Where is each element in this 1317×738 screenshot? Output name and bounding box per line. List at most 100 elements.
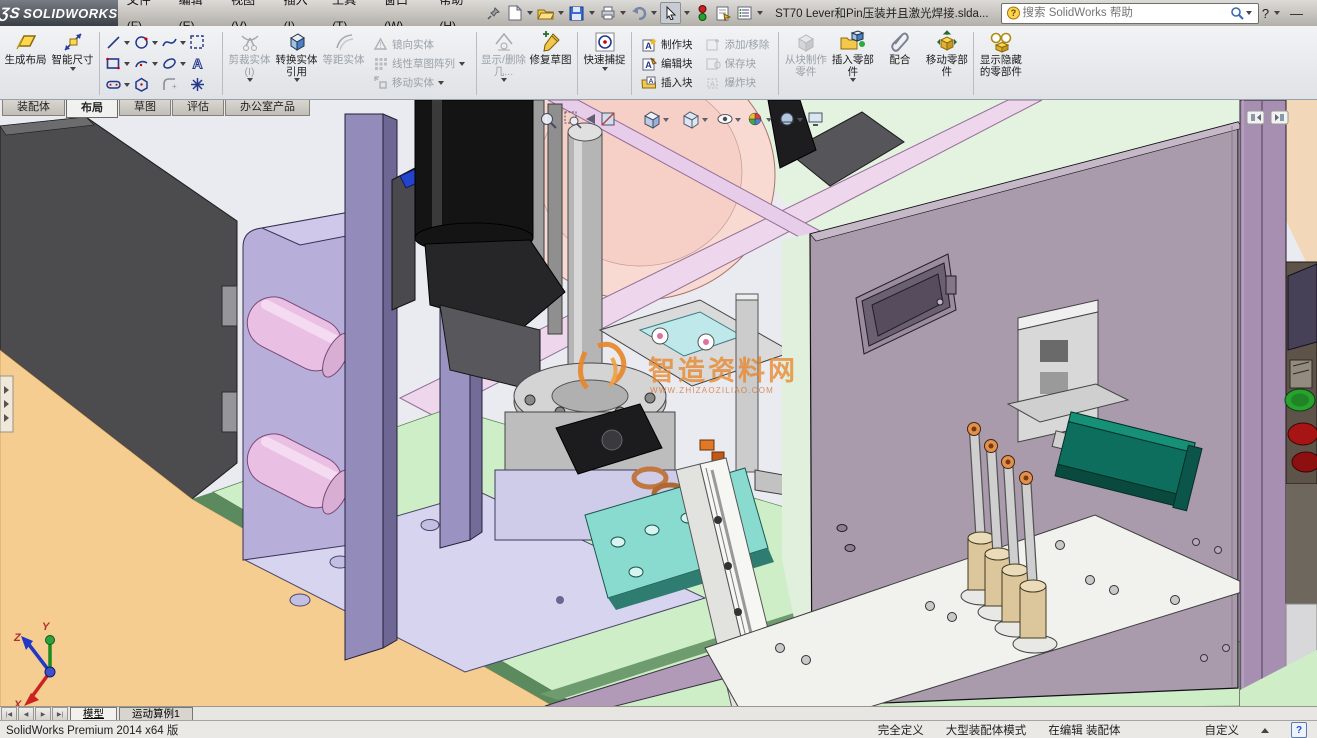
convert-entities-button[interactable]: 转换实体引用 [273,28,320,99]
file-properties-icon[interactable] [714,3,733,23]
model-tab[interactable]: 模型 [70,707,117,721]
move-entities-caret-icon[interactable] [438,80,444,85]
generate-layout-button[interactable]: 生成布局 [2,28,49,99]
explode-block-button[interactable]: A 爆炸块 [701,73,774,92]
search-input[interactable] [1020,6,1230,20]
spline-tool[interactable] [161,32,189,53]
section-view-icon[interactable] [601,112,615,126]
save-icon[interactable] [567,3,586,23]
tab-office-products[interactable]: 办公室产品 [225,100,310,116]
print-caret-icon[interactable] [620,11,627,15]
arc-tool[interactable] [133,53,161,74]
make-part-from-block-button[interactable]: 从块制作零件 [782,28,829,99]
search-magnifier-icon[interactable] [1230,6,1244,20]
model-scene[interactable]: Z Y X 智造资料网 WWW.ZHIZAOZILIAO.COM [0,49,1317,711]
search-caret-icon[interactable] [1245,11,1252,15]
select-arrow-icon[interactable] [660,2,682,24]
select-caret-icon[interactable] [684,11,691,15]
quick-snaps-caret-icon[interactable] [601,66,608,71]
smart-dimension-caret-icon[interactable] [69,66,76,71]
next-tab-icon[interactable]: ▶ [35,707,51,721]
mate-button[interactable]: 配合 [876,28,923,99]
new-caret-icon[interactable] [527,11,534,15]
line-caret-icon[interactable] [124,40,130,45]
trim-entities-button[interactable]: 剪裁实体(I) [226,28,273,99]
arc-caret-icon[interactable] [152,61,158,66]
red-button[interactable] [1287,422,1317,446]
undo-icon[interactable] [629,3,648,23]
graphics-area[interactable]: Z Y X 智造资料网 WWW.ZHIZAOZILIAO.COM [0,49,1317,711]
quick-snaps-button[interactable]: 快速捕捉 [581,28,628,99]
options-list-icon[interactable] [735,3,754,23]
pin-menu-icon[interactable] [484,3,503,23]
trim-caret-icon[interactable] [246,78,253,82]
move-entities-button[interactable]: 移动实体 [369,73,471,92]
collapse-right-icon[interactable] [1270,110,1289,125]
display-relations-caret-icon[interactable] [500,78,507,82]
status-help-icon[interactable]: ? [1291,722,1307,738]
edit-block-button[interactable]: A 编辑块 [637,54,697,73]
circle-tool[interactable] [133,32,161,53]
offset-entities-button[interactable]: 等距实体 [320,28,367,99]
repair-sketch-button[interactable]: 修复草图 [527,28,574,99]
new-document-icon[interactable] [505,3,524,23]
prev-tab-icon[interactable]: ◀ [18,707,34,721]
slot-tool[interactable] [105,74,133,95]
save-block-button[interactable]: 保存块 [701,54,774,73]
minimize-icon[interactable]: — [1290,6,1303,21]
make-block-button[interactable]: A 制作块 [637,35,697,54]
customize-caret-icon[interactable] [1261,727,1269,733]
convert-caret-icon[interactable] [293,78,300,82]
polygon-tool[interactable] [133,74,161,95]
sketch-picture-tool[interactable] [189,32,217,53]
slot-caret-icon[interactable] [124,82,130,87]
ellipse-tool[interactable] [161,53,189,74]
mirror-entities-button[interactable]: ! 镜向实体 [369,35,471,54]
insert-components-button[interactable]: 插入零部件 [829,28,876,99]
center-post[interactable] [567,122,603,388]
control-panel[interactable] [1284,261,1317,707]
last-tab-icon[interactable]: ▶| [52,707,68,721]
line-tool[interactable] [105,32,133,53]
options-caret-icon[interactable] [757,11,764,15]
display-delete-relations-button[interactable]: 显示/删除几... [480,28,527,99]
right-frame-column[interactable] [1239,99,1287,707]
undo-caret-icon[interactable] [651,11,658,15]
tab-layout[interactable]: 布局 [66,100,118,118]
insert-block-button[interactable]: A 插入块 [637,73,697,92]
help-icon[interactable]: ? [1262,6,1269,21]
search-box[interactable]: ? [1000,2,1259,24]
rebuild-stoplight-icon[interactable] [693,3,712,23]
open-icon[interactable] [536,3,555,23]
save-caret-icon[interactable] [589,11,596,15]
red-button[interactable] [1291,451,1317,473]
add-remove-button[interactable]: 添加/移除 [701,35,774,54]
open-caret-icon[interactable] [558,11,565,15]
insert-components-caret-icon[interactable] [849,78,856,82]
tab-sketch[interactable]: 草图 [119,100,171,116]
circle-caret-icon[interactable] [152,40,158,45]
fillet-tool[interactable]: + [161,74,189,95]
rectangle-tool[interactable] [105,53,133,74]
text-tool[interactable]: A [189,53,217,74]
status-customize[interactable]: 自定义 [1205,722,1240,738]
show-hidden-components-button[interactable]: 显示隐藏的零部件 [977,28,1024,99]
smart-dimension-button[interactable]: 智能尺寸 [49,28,96,99]
pattern-caret-icon[interactable] [459,61,465,66]
collapse-left-icon[interactable] [1246,110,1265,125]
spline-caret-icon[interactable] [180,40,186,45]
point-tool[interactable] [189,74,217,95]
help-caret-icon[interactable] [1274,11,1281,15]
rectangle-caret-icon[interactable] [124,61,130,66]
first-tab-icon[interactable]: |◀ [1,707,17,721]
move-component-button[interactable]: 移动零部件 [923,28,970,99]
tab-evaluate[interactable]: 评估 [172,100,224,116]
quick-snaps-icon [595,32,614,52]
feature-tree-collapsed-strip[interactable] [0,375,14,433]
motion-study-tab[interactable]: 运动算例1 [119,707,193,721]
print-icon[interactable] [598,3,617,23]
frame-column-left[interactable] [344,113,398,661]
ellipse-caret-icon[interactable] [180,61,186,66]
linear-sketch-pattern-button[interactable]: 线性草图阵列 [369,54,471,73]
tab-assembly[interactable]: 装配体 [2,100,65,116]
